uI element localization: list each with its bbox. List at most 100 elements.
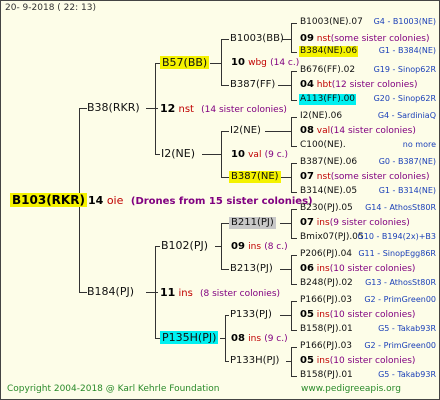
connector (291, 52, 297, 53)
connector (280, 223, 292, 224)
connector (291, 238, 297, 239)
root-note: (Drones from 15 sister colonies) (130, 196, 313, 207)
g3-node[interactable]: B387(NE) (229, 171, 281, 183)
g4-ref[interactable]: G13 - AthosSt80R (365, 279, 436, 287)
g4-node[interactable]: C100(NE). (300, 141, 346, 150)
g4-node[interactable]: B387(NE).06 (300, 158, 357, 167)
g2-node[interactable]: B102(PJ) (161, 240, 208, 251)
g3-info: 09 nst(some sister colonies) (300, 33, 430, 44)
g4-ref[interactable]: G10 - B194(2x)+B3 (358, 233, 436, 241)
g4-ref[interactable]: G5 - Takab93R (378, 371, 436, 379)
connector (291, 146, 297, 147)
root-id: B103(RKR) (12, 193, 85, 207)
root-queen[interactable]: B103(RKR) (10, 193, 87, 207)
g3-node[interactable]: B211(PJ) (229, 217, 276, 229)
connector (265, 131, 292, 132)
connector (225, 361, 229, 362)
connector (79, 292, 87, 293)
connector (155, 246, 156, 339)
connector (79, 108, 87, 109)
connector (291, 117, 297, 118)
g2-info: 09 ins (8 c.) (231, 241, 288, 252)
g4-node[interactable]: A113(FF).00 (299, 94, 357, 105)
g4-node[interactable]: P166(PJ).03 (300, 296, 352, 305)
connector (210, 63, 222, 64)
website-footer: www.pedigreeapis.org (301, 384, 401, 394)
connector (291, 71, 297, 72)
g3-node[interactable]: B387(FF) (230, 80, 275, 90)
g2-info: 10 wbg (14 c.) (231, 57, 300, 68)
g4-ref[interactable]: G4 - SardiniaQ (378, 112, 436, 120)
g4-ref[interactable]: G1 - B314(NE) (379, 187, 436, 195)
connector (278, 85, 292, 86)
connector (221, 223, 229, 224)
g4-ref[interactable]: G14 - AthosSt80R (365, 204, 436, 212)
g3-info: 05 ins(10 sister colonies) (300, 309, 416, 320)
g3-info: 05 ins(10 sister colonies) (300, 355, 416, 366)
connector (221, 39, 229, 40)
g4-node[interactable]: B158(PJ).01 (300, 371, 353, 380)
g4-node[interactable]: B676(FF).02 (300, 66, 355, 75)
g4-ref[interactable]: G2 - PrimGreen00 (364, 342, 436, 350)
connector (221, 269, 229, 270)
connector (220, 338, 226, 339)
g4-node[interactable]: Bmix07(PJ).05 (300, 233, 364, 242)
g4-node[interactable]: P206(PJ).04 (300, 250, 352, 259)
g4-ref[interactable]: G0 - B387(NE) (379, 158, 436, 166)
g4-node[interactable]: B384(NE).06 (299, 46, 359, 57)
g4-ref[interactable]: no more (403, 141, 436, 149)
g1-node[interactable]: B38(RKR) (87, 102, 140, 113)
g1-info: 11 ins (8 sister colonies) (160, 286, 281, 299)
connector (221, 177, 229, 178)
g2-node[interactable]: P135H(PJ) (160, 331, 219, 344)
connector (146, 108, 158, 109)
g3-info: 07 ins(9 sister colonies) (300, 217, 410, 228)
connector (280, 315, 292, 316)
g4-node[interactable]: B230(PJ).05 (300, 204, 353, 213)
g2-info: 08 ins (9 c.) (231, 333, 288, 344)
g3-node[interactable]: B1003(BB) (230, 34, 284, 44)
g4-ref[interactable]: G4 - B1003(NE) (374, 18, 436, 26)
connector (291, 192, 297, 193)
connector (286, 361, 292, 362)
g4-ref[interactable]: G2 - PrimGreen00 (364, 296, 436, 304)
g4-node[interactable]: P166(PJ).03 (300, 342, 352, 351)
connector (291, 163, 297, 164)
connector (291, 330, 297, 331)
g4-node[interactable]: B314(NE).05 (300, 187, 357, 196)
g3-node[interactable]: I2(NE) (230, 126, 261, 136)
g2-node[interactable]: B57(BB) (160, 56, 210, 69)
g3-info: 06 ins(10 sister colonies) (300, 263, 416, 274)
connector (291, 23, 297, 24)
g4-node[interactable]: I2(NE).06 (300, 112, 342, 121)
root-sfx: oie (106, 194, 124, 207)
g3-node[interactable]: P133H(PJ) (230, 356, 279, 366)
g4-ref[interactable]: G1 - B384(NE) (379, 47, 436, 55)
g4-node[interactable]: B158(PJ).01 (300, 325, 353, 334)
connector (291, 23, 292, 52)
connector (155, 246, 160, 247)
g2-info: 10 val (9 c.) (231, 149, 289, 160)
g4-ref[interactable]: G5 - Takab93R (378, 325, 436, 333)
connector (202, 154, 222, 155)
g3-node[interactable]: P133(PJ) (230, 310, 272, 320)
g3-info: 08 val(14 sister colonies) (300, 125, 416, 136)
root-info: 14 oie (Drones from 15 sister colonies) (88, 195, 313, 207)
root-num: 14 (88, 194, 104, 207)
connector (215, 246, 222, 247)
connector (291, 376, 297, 377)
pedigree-chart: 20- 9-2018 ( 22: 13) Copyright 2004-2018… (0, 0, 440, 400)
g3-node[interactable]: B213(PJ) (230, 264, 273, 274)
g4-ref[interactable]: G19 - Sinop62R (374, 66, 436, 74)
date-header: 20- 9-2018 ( 22: 13) (5, 3, 96, 13)
g4-node[interactable]: B1003(NE).07 (300, 18, 363, 27)
connector (291, 284, 297, 285)
connector (291, 347, 297, 348)
g4-ref[interactable]: G11 - SinopEgg86R (358, 250, 436, 258)
g1-node[interactable]: B184(PJ) (87, 286, 134, 297)
g4-node[interactable]: B248(PJ).02 (300, 279, 353, 288)
g2-node[interactable]: I2(NE) (161, 148, 195, 159)
g3-info: 07 nst(some sister colonies) (300, 171, 430, 182)
connector (221, 85, 229, 86)
g4-ref[interactable]: G20 - Sinop62R (374, 95, 436, 103)
